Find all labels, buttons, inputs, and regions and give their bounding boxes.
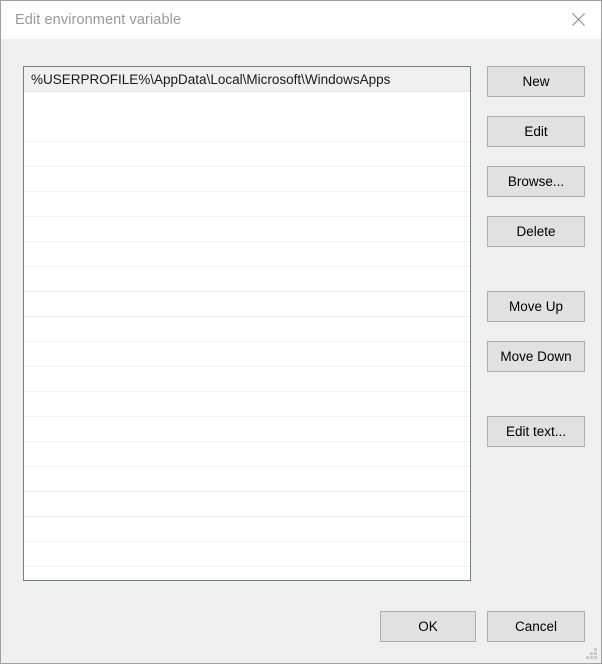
title-bar: Edit environment variable bbox=[1, 1, 601, 39]
list-item[interactable] bbox=[24, 317, 470, 342]
list-item[interactable] bbox=[24, 467, 470, 492]
list-item[interactable] bbox=[24, 417, 470, 442]
list-item[interactable] bbox=[24, 142, 470, 167]
list-item[interactable] bbox=[24, 392, 470, 417]
delete-button[interactable]: Delete bbox=[487, 216, 585, 247]
list-item[interactable] bbox=[24, 567, 470, 580]
list-item[interactable] bbox=[24, 167, 470, 192]
resize-grip-icon[interactable] bbox=[584, 646, 598, 660]
edit-button[interactable]: Edit bbox=[487, 116, 585, 147]
move-up-button[interactable]: Move Up bbox=[487, 291, 585, 322]
list-item[interactable] bbox=[24, 342, 470, 367]
edit-environment-variable-dialog: Edit environment variable %USERPROFILE%\… bbox=[0, 0, 602, 664]
paths-listbox[interactable]: %USERPROFILE%\AppData\Local\Microsoft\Wi… bbox=[23, 66, 471, 581]
close-icon bbox=[571, 13, 585, 26]
list-item[interactable] bbox=[24, 267, 470, 292]
list-item[interactable]: %USERPROFILE%\AppData\Local\Microsoft\Wi… bbox=[24, 67, 470, 92]
list-item[interactable] bbox=[24, 92, 470, 117]
list-item[interactable] bbox=[24, 192, 470, 217]
edit-text-button[interactable]: Edit text... bbox=[487, 416, 585, 447]
move-down-button[interactable]: Move Down bbox=[487, 341, 585, 372]
cancel-button[interactable]: Cancel bbox=[487, 611, 585, 642]
list-item[interactable] bbox=[24, 492, 470, 517]
new-button[interactable]: New bbox=[487, 66, 585, 97]
close-button[interactable] bbox=[555, 1, 601, 38]
list-item[interactable] bbox=[24, 217, 470, 242]
browse-button[interactable]: Browse... bbox=[487, 166, 585, 197]
list-item[interactable] bbox=[24, 442, 470, 467]
ok-button[interactable]: OK bbox=[380, 611, 476, 642]
list-item[interactable] bbox=[24, 292, 470, 317]
list-item[interactable] bbox=[24, 367, 470, 392]
list-item[interactable] bbox=[24, 242, 470, 267]
list-item[interactable] bbox=[24, 117, 470, 142]
window-title: Edit environment variable bbox=[15, 12, 182, 28]
list-item[interactable] bbox=[24, 517, 470, 542]
list-item[interactable] bbox=[24, 542, 470, 567]
